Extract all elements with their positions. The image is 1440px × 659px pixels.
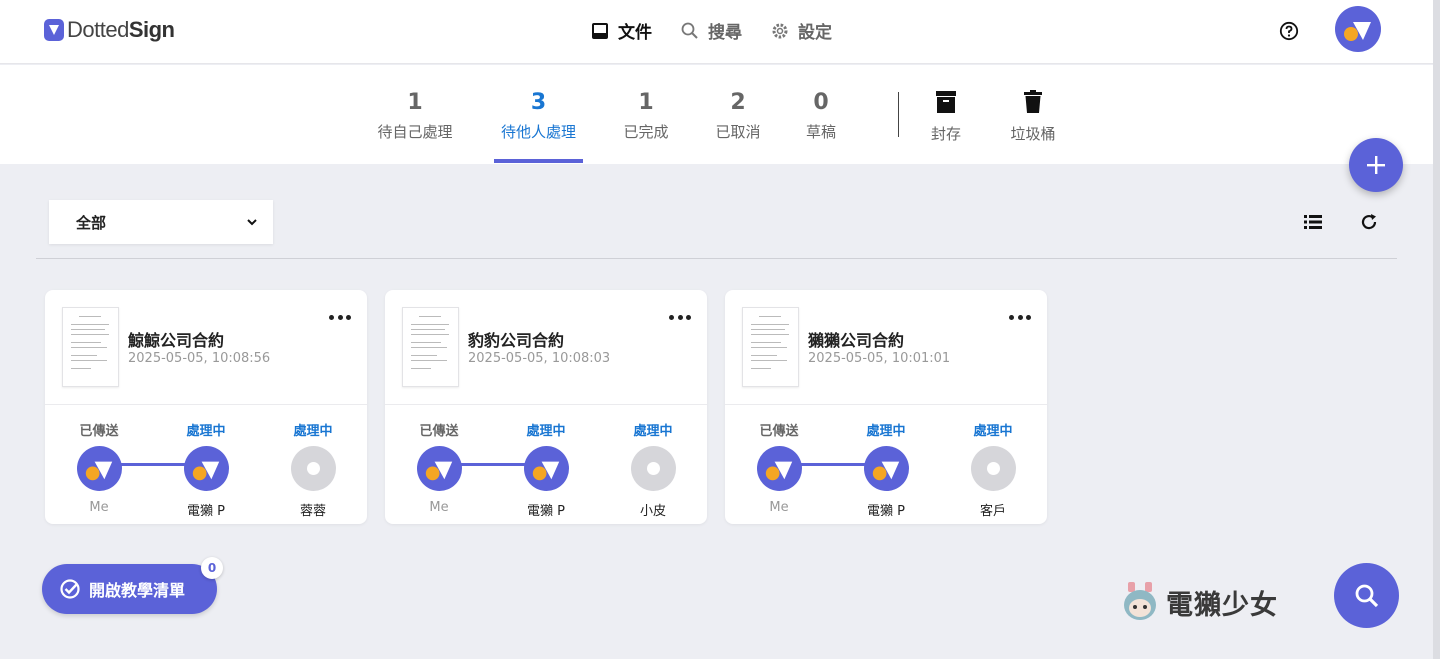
nav-documents[interactable]: 文件 [590, 18, 652, 43]
more-options-icon[interactable] [1009, 312, 1031, 322]
step-status: 已傳送 [79, 424, 119, 439]
signer-step: 處理中 蓉蓉 [273, 420, 353, 519]
search-icon [1355, 584, 1378, 607]
app-logo[interactable]: DottedSign [44, 17, 175, 43]
document-date: 2025-05-05, 10:01:01 [808, 351, 951, 366]
tab-pending-self[interactable]: 1 待自己處理 [370, 89, 460, 142]
tab-pending-others[interactable]: 3 待他人處理 [494, 89, 583, 142]
document-thumbnail [62, 307, 119, 387]
logo-text: DottedSign [67, 17, 175, 42]
document-thumbnail [742, 307, 799, 387]
signer-avatar [76, 446, 122, 491]
section-divider [36, 258, 1397, 259]
top-navbar: DottedSign 文件 搜尋 設定 [0, 0, 1433, 64]
step-status: 處理中 [186, 424, 226, 439]
card-divider [385, 404, 707, 405]
step-status: 處理中 [633, 424, 673, 439]
archive-icon [936, 91, 956, 113]
watermark-text: 電獺少女 [1166, 589, 1278, 621]
inbox-icon [592, 22, 608, 39]
tab-archive[interactable]: 封存 [921, 89, 971, 144]
refresh-icon[interactable] [1359, 212, 1379, 232]
tutorial-checklist-button[interactable]: 開啟教學清單 [42, 564, 217, 614]
signer-name: Me [89, 500, 109, 515]
check-circle-icon [60, 579, 80, 599]
document-card[interactable]: 獺獺公司合約 2025-05-05, 10:01:01 已傳送 Me 處理中 電… [725, 290, 1047, 524]
step-status: 處理中 [526, 424, 566, 439]
nav-search[interactable]: 搜尋 [680, 18, 742, 43]
gear-icon [772, 23, 788, 38]
nav-settings[interactable]: 設定 [770, 18, 832, 43]
plus-icon [1367, 156, 1385, 174]
logo-mark-icon [44, 19, 64, 41]
signer-name: Me [429, 500, 449, 515]
document-thumbnail [402, 307, 459, 387]
status-tabs: 1 待自己處理 3 待他人處理 1 已完成 2 已取消 0 草稿 封存 垃圾桶 [0, 65, 1433, 164]
signer-name: 電獺 P [527, 504, 565, 519]
active-tab-indicator [494, 159, 583, 163]
signer-avatar [416, 446, 462, 491]
search-icon [681, 22, 698, 39]
signer-avatar [756, 446, 802, 491]
tab-trash[interactable]: 垃圾桶 [1003, 89, 1063, 144]
document-card[interactable]: 鯨鯨公司合約 2025-05-05, 10:08:56 已傳送 Me 處理中 電… [45, 290, 367, 524]
document-title: 豹豹公司合約 [468, 331, 565, 350]
signer-avatar [863, 446, 909, 491]
help-icon[interactable] [1279, 21, 1299, 41]
signer-step: 處理中 電獺 P [506, 420, 586, 519]
trash-icon [1024, 90, 1042, 113]
document-date: 2025-05-05, 10:08:03 [468, 351, 611, 366]
signer-avatar [183, 446, 229, 491]
tab-drafts[interactable]: 0 草稿 [796, 89, 846, 142]
list-view-icon[interactable] [1303, 213, 1323, 231]
step-status: 處理中 [866, 424, 906, 439]
signer-name: 電獺 P [187, 504, 225, 519]
signer-avatar [523, 446, 569, 491]
card-divider [45, 404, 367, 405]
signer-avatar-placeholder [630, 446, 676, 491]
scrollbar-track[interactable] [1433, 0, 1440, 659]
signer-name: 客戶 [979, 504, 1006, 519]
user-avatar[interactable] [1335, 6, 1381, 52]
document-card[interactable]: 豹豹公司合約 2025-05-05, 10:08:03 已傳送 Me 處理中 電… [385, 290, 707, 524]
signer-name: 蓉蓉 [299, 504, 326, 519]
signer-name: 小皮 [639, 504, 666, 519]
signer-step: 已傳送 Me [739, 420, 819, 515]
signer-name: Me [769, 500, 789, 515]
more-options-icon[interactable] [669, 312, 691, 322]
watermark: 電獺少女 [1120, 580, 1278, 624]
signer-step: 處理中 電獺 P [846, 420, 926, 519]
add-document-button[interactable] [1349, 138, 1403, 192]
tab-divider [898, 92, 899, 137]
more-options-icon[interactable] [329, 312, 351, 322]
signer-step: 處理中 客戶 [953, 420, 1033, 519]
signer-avatar-placeholder [970, 446, 1016, 491]
tab-completed[interactable]: 1 已完成 [616, 89, 676, 142]
document-title: 獺獺公司合約 [808, 331, 905, 350]
step-status: 處理中 [973, 424, 1013, 439]
main-nav: 文件 搜尋 設定 [590, 18, 860, 43]
step-status: 已傳送 [759, 424, 799, 439]
mascot-icon [1124, 582, 1156, 620]
document-title: 鯨鯨公司合約 [128, 331, 225, 350]
signer-step: 處理中 電獺 P [166, 420, 246, 519]
tutorial-count-badge: 0 [201, 557, 223, 579]
filter-dropdown[interactable]: 全部 [49, 200, 273, 244]
document-date: 2025-05-05, 10:08:56 [128, 351, 271, 366]
signer-step: 處理中 小皮 [613, 420, 693, 519]
signer-step: 已傳送 Me [59, 420, 139, 515]
card-divider [725, 404, 1047, 405]
step-status: 處理中 [293, 424, 333, 439]
search-fab-button[interactable] [1334, 563, 1399, 628]
signer-avatar-placeholder [290, 446, 336, 491]
chevron-down-icon [247, 219, 257, 226]
tutorial-label: 開啟教學清單 [89, 581, 186, 600]
filter-selected-value: 全部 [76, 213, 107, 232]
signer-name: 電獺 P [867, 504, 905, 519]
signer-step: 已傳送 Me [399, 420, 479, 515]
tab-cancelled[interactable]: 2 已取消 [708, 89, 768, 142]
step-status: 已傳送 [419, 424, 459, 439]
